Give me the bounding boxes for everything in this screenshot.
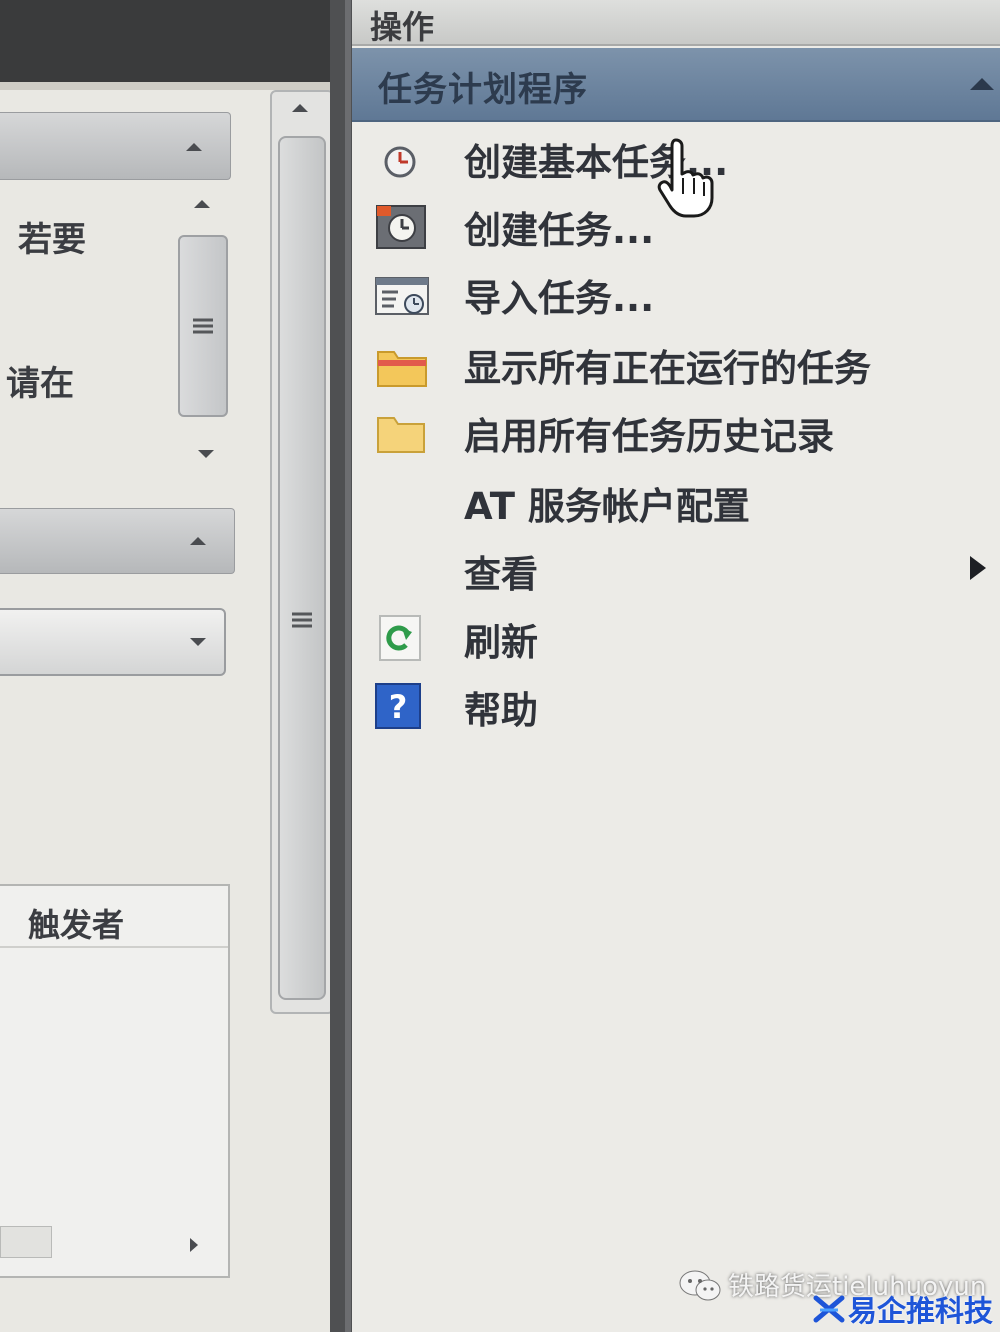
left-pane: 若要 请在 触发者 <box>0 0 345 1332</box>
section-header-2[interactable] <box>0 508 235 574</box>
action-label: 导入任务... <box>464 277 655 320</box>
svg-text:?: ? <box>389 688 408 726</box>
action-label: 查看 <box>464 553 538 596</box>
watermark-brand: 易企推科技 <box>848 1294 994 1328</box>
scroll-right-arrow-icon[interactable] <box>190 1238 198 1252</box>
inner-scrollbar-thumb[interactable] <box>178 235 228 417</box>
actions-title: 操作 <box>370 8 435 46</box>
trigger-list[interactable]: 触发者 <box>0 884 230 1278</box>
section-header-general[interactable] <box>0 112 231 180</box>
import-task-icon <box>374 268 430 318</box>
description-text-1: 若要 <box>18 220 86 260</box>
actions-title-bar: 操作 <box>352 0 1000 46</box>
action-help[interactable]: ? 帮助 <box>352 672 1000 738</box>
action-at-service-account-config[interactable]: AT 服务帐户配置 <box>352 468 1000 534</box>
group-title: 任务计划程序 <box>378 70 588 110</box>
brand-logo-icon <box>813 1295 845 1323</box>
submenu-arrow-icon[interactable] <box>970 556 986 580</box>
action-import-task[interactable]: 导入任务... <box>352 260 1000 326</box>
action-label: 显示所有正在运行的任务 <box>464 347 871 390</box>
chevron-down-icon[interactable] <box>190 638 206 646</box>
collapse-caret-icon[interactable] <box>186 143 202 151</box>
scroll-up-arrow-icon[interactable] <box>194 200 210 208</box>
action-label: 帮助 <box>464 689 538 732</box>
watermark: 铁路货运tieluhuoyun 易企推科技 <box>678 1262 1000 1332</box>
clock-icon <box>374 132 430 182</box>
horizontal-scrollbar-thumb[interactable] <box>0 1226 52 1258</box>
scroll-down-arrow-icon[interactable] <box>198 450 214 458</box>
description-text-2: 请在 <box>6 364 74 404</box>
hand-cursor-icon <box>657 138 714 218</box>
grip-icon <box>292 609 312 630</box>
action-refresh[interactable]: 刷新 <box>352 604 1000 670</box>
action-label: 刷新 <box>464 621 538 664</box>
refresh-icon <box>374 612 430 662</box>
folder-icon <box>374 406 430 456</box>
action-label: 创建任务... <box>464 209 655 252</box>
left-title-bar <box>0 0 330 82</box>
wechat-icon <box>679 1270 721 1301</box>
collapse-caret-icon[interactable] <box>970 78 994 90</box>
action-label: 启用所有任务历史记录 <box>464 415 834 458</box>
group-header-task-scheduler[interactable]: 任务计划程序 <box>352 48 1000 122</box>
main-vertical-scrollbar[interactable] <box>270 90 334 1014</box>
column-header-trigger[interactable]: 触发者 <box>28 900 124 946</box>
grip-icon <box>193 316 213 337</box>
action-view[interactable]: 查看 <box>352 536 1000 602</box>
folder-icon <box>374 338 430 388</box>
help-icon: ? <box>374 680 430 730</box>
scroll-up-arrow-icon[interactable] <box>292 104 308 112</box>
action-enable-task-history[interactable]: 启用所有任务历史记录 <box>352 398 1000 464</box>
collapse-caret-icon[interactable] <box>190 537 206 545</box>
dropdown-select[interactable] <box>0 608 226 676</box>
scrollbar-thumb[interactable] <box>278 136 326 1000</box>
task-clock-icon <box>374 200 430 250</box>
action-label: AT 服务帐户配置 <box>464 485 750 528</box>
action-show-running-tasks[interactable]: 显示所有正在运行的任务 <box>352 330 1000 396</box>
